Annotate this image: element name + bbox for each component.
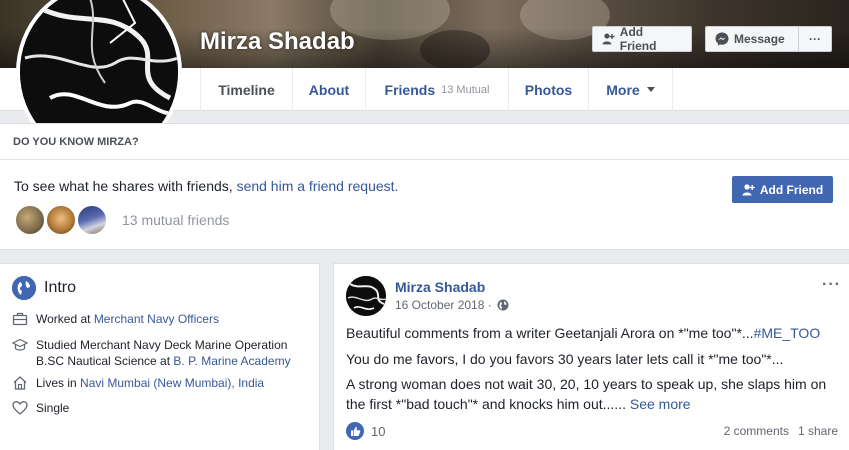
heart-icon (12, 401, 28, 415)
tab-photos-label: Photos (524, 81, 573, 98)
chevron-down-icon (646, 87, 655, 92)
intro-location-text: Lives in Navi Mumbai (New Mumbai), India (36, 375, 264, 391)
intro-card: Intro Worked at Merchant Navy Officers S… (0, 263, 320, 450)
briefcase-icon (12, 312, 28, 326)
add-friend-icon (742, 183, 755, 195)
reaction-count[interactable]: 10 (346, 422, 385, 440)
post-date-text: 16 October 2018 · (395, 298, 492, 312)
intro-education-line2-prefix: B.SC Nautical Science at (36, 354, 174, 368)
intro-work-text: Worked at Merchant Navy Officers (36, 311, 219, 327)
intro-location-prefix: Lives in (36, 376, 81, 390)
intro-education-line1: Studied Merchant Navy Deck Marine Operat… (36, 338, 288, 352)
post-paragraph-3-text: A strong woman does not wait 30, 20, 10 … (346, 376, 827, 412)
friend-request-prompt: To see what he shares with friends, send… (14, 178, 398, 194)
post-options-button[interactable]: ··· (822, 276, 841, 294)
post-paragraph-3: A strong woman does not wait 30, 20, 10 … (346, 374, 841, 414)
post-author-avatar[interactable] (346, 276, 386, 316)
post-card: Mirza Shadab 16 October 2018 · ··· Beaut… (333, 263, 849, 450)
post-engagement-stats: 2 comments 1 share (724, 424, 838, 438)
tab-more[interactable]: More (588, 68, 673, 111)
tab-timeline-label: Timeline (218, 81, 275, 98)
post-paragraph-1-text: Beautiful comments from a writer Geetanj… (346, 325, 754, 341)
comments-count[interactable]: 2 comments (724, 424, 789, 438)
post-author-avatar-art (346, 276, 386, 316)
messenger-icon (715, 32, 729, 46)
reaction-count-value: 10 (371, 423, 386, 439)
avatar[interactable] (14, 204, 46, 236)
tab-about[interactable]: About (292, 68, 365, 111)
intro-relationship-text: Single (36, 401, 70, 415)
tab-friends-label: Friends (384, 81, 436, 98)
intro-education: Studied Merchant Navy Deck Marine Operat… (12, 337, 291, 369)
add-friend-label: Add Friend (619, 25, 657, 53)
intro-title: Intro (44, 279, 77, 296)
mutual-friends-count[interactable]: 13 mutual friends (122, 212, 229, 228)
post-paragraph-2: You do me favors, I do you favors 30 yea… (346, 351, 784, 367)
tab-timeline[interactable]: Timeline (200, 68, 292, 111)
home-icon (13, 376, 27, 390)
more-options-label: ··· (809, 32, 821, 46)
send-friend-request-link[interactable]: send him a friend request. (237, 178, 399, 194)
intro-relationship: Single (12, 400, 69, 416)
intro-education-text: Studied Merchant Navy Deck Marine Operat… (36, 337, 291, 369)
add-friend-secondary-label: Add Friend (759, 182, 824, 197)
intro-work-prefix: Worked at (36, 312, 94, 326)
profile-name[interactable]: Mirza Shadab (200, 28, 355, 56)
friend-request-text: To see what he shares with friends, (14, 178, 237, 194)
add-friend-button-secondary[interactable]: Add Friend (732, 176, 833, 203)
intro-header: Intro (12, 276, 76, 300)
post-timestamp[interactable]: 16 October 2018 · (395, 298, 509, 312)
tab-photos[interactable]: Photos (508, 68, 588, 111)
more-options-button[interactable]: ··· (798, 26, 832, 52)
message-button[interactable]: Message (705, 26, 798, 52)
avatar[interactable] (45, 204, 77, 236)
avatar[interactable] (76, 204, 108, 236)
do-you-know-card: DO YOU KNOW MIRZA? To see what he shares… (0, 123, 849, 250)
add-friend-icon (602, 33, 615, 45)
like-icon (346, 422, 364, 440)
post-reactions-bar: 10 2 comments 1 share (346, 422, 838, 440)
post-author-name[interactable]: Mirza Shadab (395, 279, 485, 295)
post-paragraph-1: Beautiful comments from a writer Geetanj… (346, 323, 841, 343)
intro-work-link[interactable]: Merchant Navy Officers (94, 312, 219, 326)
hashtag-link[interactable]: #ME_TOO (754, 325, 821, 341)
tab-more-label: More (606, 81, 640, 98)
add-friend-button[interactable]: Add Friend (592, 25, 692, 53)
tab-friends[interactable]: Friends 13 Mutual (365, 68, 508, 111)
tab-friends-mutual-count: 13 Mutual (441, 83, 490, 96)
graduation-cap-icon (12, 338, 28, 351)
intro-education-link[interactable]: B. P. Marine Academy (173, 354, 290, 368)
divider (0, 159, 849, 160)
mutual-friends-avatars[interactable] (14, 204, 108, 236)
profile-nav: Timeline About Friends 13 Mutual Photos … (0, 0, 849, 160)
intro-location-link[interactable]: Navi Mumbai (New Mumbai), India (80, 376, 264, 390)
public-globe-icon (497, 299, 509, 311)
shares-count[interactable]: 1 share (798, 424, 838, 438)
intro-work: Worked at Merchant Navy Officers (12, 311, 219, 327)
intro-location: Lives in Navi Mumbai (New Mumbai), India (12, 375, 264, 391)
do-you-know-title: DO YOU KNOW MIRZA? (13, 136, 139, 148)
see-more-link[interactable]: See more (630, 396, 691, 412)
message-label: Message (734, 32, 785, 46)
globe-icon (12, 276, 36, 300)
tab-about-label: About (308, 81, 350, 98)
